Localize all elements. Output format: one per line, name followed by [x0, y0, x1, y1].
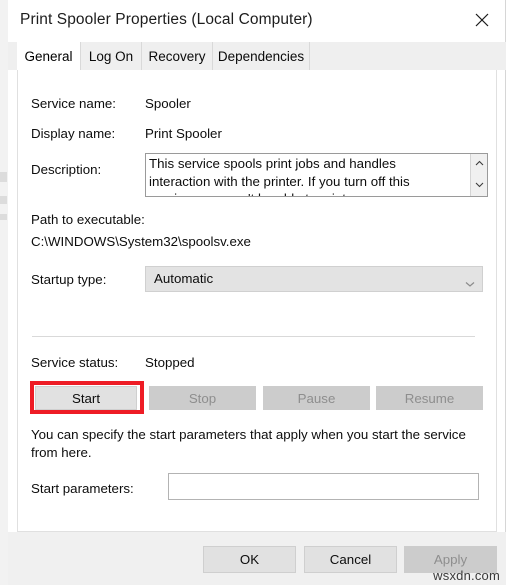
service-status-value: Stopped	[145, 355, 195, 370]
background-window-fragment-2	[0, 196, 7, 204]
title-bar: Print Spooler Properties (Local Computer…	[8, 0, 505, 43]
tab-general-label: General	[24, 48, 73, 64]
watermark: wsxdn.com	[433, 568, 500, 583]
background-window-fragment-3	[0, 214, 7, 220]
service-name-label: Service name:	[31, 96, 116, 111]
description-textarea[interactable]: This service spools print jobs and handl…	[145, 153, 488, 197]
resume-button-label: Resume	[404, 390, 455, 406]
tab-log-on-label: Log On	[88, 48, 134, 64]
close-icon[interactable]	[459, 0, 505, 40]
apply-button-label: Apply	[433, 552, 468, 567]
startup-type-select[interactable]: Automatic	[145, 266, 483, 292]
tab-dependencies[interactable]: Dependencies	[213, 42, 310, 70]
stop-button-label: Stop	[188, 390, 217, 406]
service-status-label: Service status:	[31, 355, 119, 370]
scroll-up-icon[interactable]	[471, 154, 487, 171]
display-name-value: Print Spooler	[145, 126, 222, 141]
general-tab-panel: Service name: Spooler Display name: Prin…	[17, 70, 497, 532]
startup-type-label: Startup type:	[31, 272, 107, 287]
chevron-down-icon[interactable]	[465, 275, 475, 293]
window-title: Print Spooler Properties (Local Computer…	[20, 11, 313, 28]
tab-log-on[interactable]: Log On	[81, 42, 142, 70]
start-parameters-label: Start parameters:	[31, 481, 134, 496]
cancel-button[interactable]: Cancel	[304, 546, 397, 573]
service-name-value: Spooler	[145, 96, 191, 111]
start-button-label: Start	[71, 390, 101, 406]
description-label: Description:	[31, 162, 102, 177]
ok-button[interactable]: OK	[203, 546, 296, 573]
start-parameters-input[interactable]	[168, 473, 479, 500]
startup-type-value: Automatic	[154, 271, 214, 286]
tab-recovery-label: Recovery	[148, 48, 206, 64]
scroll-down-icon[interactable]	[471, 176, 487, 193]
tab-general[interactable]: General	[17, 42, 81, 70]
background-window-fragment-1	[0, 172, 7, 182]
start-parameters-help-text: You can specify the start parameters tha…	[31, 427, 466, 460]
ok-button-label: OK	[239, 552, 260, 567]
dialog-footer: OK Cancel Apply wsxdn.com	[8, 532, 506, 585]
pause-button: Pause	[263, 386, 370, 410]
path-to-executable-value: C:\WINDOWS\System32\spoolsv.exe	[31, 234, 251, 249]
resume-button: Resume	[376, 386, 483, 410]
stop-button: Stop	[149, 386, 256, 410]
cancel-button-label: Cancel	[329, 552, 372, 567]
display-name-label: Display name:	[31, 126, 116, 141]
properties-dialog: Print Spooler Properties (Local Computer…	[8, 0, 506, 585]
start-button[interactable]: Start	[35, 386, 137, 410]
path-to-executable-label: Path to executable:	[31, 212, 145, 227]
tab-dependencies-label: Dependencies	[217, 48, 305, 64]
description-text: This service spools print jobs and handl…	[149, 156, 416, 196]
tab-recovery[interactable]: Recovery	[142, 42, 213, 70]
section-divider	[32, 336, 475, 337]
tab-strip: General Log On Recovery Dependencies	[8, 42, 506, 70]
pause-button-label: Pause	[297, 390, 336, 406]
description-scrollbar[interactable]	[470, 154, 487, 196]
